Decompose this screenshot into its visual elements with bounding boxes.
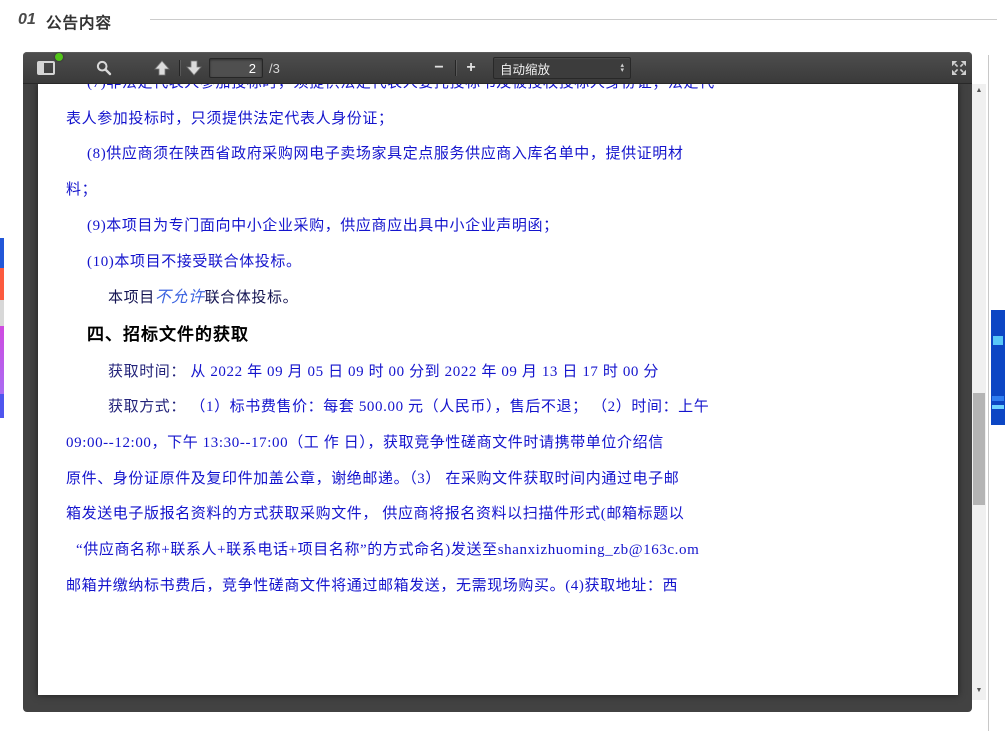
text-segment: 本项目 — [108, 290, 155, 306]
text-segment: （1）标书费售价：每套 500.00 元（人民币），售后不退； （2）时间：上午 — [186, 399, 709, 415]
zoom-in-button[interactable]: + — [459, 56, 483, 80]
clipped-right-widget-blue — [991, 310, 1005, 425]
scrollbar-thumb[interactable] — [973, 393, 985, 505]
next-page-button[interactable] — [181, 56, 207, 80]
window-right-border — [988, 55, 989, 731]
text-segment: 原件、身份证原件及复印件加盖公章，谢绝邮递。（3） 在采购文件获取时间内通过电子… — [66, 471, 679, 487]
screen: 01 公告内容 — [0, 0, 1005, 731]
clipped-left-widget-magenta — [0, 326, 4, 394]
toolbar-separator — [179, 60, 180, 76]
page-count-label: /3 — [269, 61, 280, 76]
pdf-text-line: 箱发送电子版报名资料的方式获取采购文件， 供应商将报名资料以扫描件形式(邮箱标题… — [66, 497, 942, 533]
pdf-text-line: 料； — [66, 173, 942, 209]
zoom-scale-value: 自动缩放 — [500, 59, 620, 78]
clipped-right-widget-detail — [992, 405, 1004, 409]
scrollbar-up-arrow[interactable]: ▲ — [972, 84, 986, 98]
pdf-text-line: 获取方式： （1）标书费售价：每套 500.00 元（人民币），售后不退； （2… — [66, 390, 942, 426]
fullscreen-icon — [951, 60, 967, 76]
notification-dot — [55, 53, 63, 61]
clipped-left-widget-blue — [0, 238, 4, 268]
scrollbar-down-arrow[interactable]: ▼ — [972, 684, 986, 698]
zoom-scale-select[interactable]: 自动缩放 ▴▾ — [493, 57, 631, 79]
pdf-text-line: (7)非法定代表人参加投标时，须提供法定代表人委托投标书及被授权投标人身份证；法… — [66, 84, 942, 102]
text-segment: (7)非法定代表人参加投标时，须提供法定代表人委托投标书及被授权投标人身份证；法… — [87, 84, 715, 91]
search-icon — [96, 60, 112, 76]
pdf-text-line: (8)供应商须在陕西省政府采购网电子卖场家具定点服务供应商入库名单中，提供证明材 — [66, 137, 942, 173]
sidebar-toggle-button[interactable] — [31, 56, 61, 80]
header-divider — [150, 19, 997, 20]
select-arrows-icon: ▴▾ — [620, 63, 624, 73]
text-segment: 获取时间： — [108, 364, 186, 380]
text-segment: (8)供应商须在陕西省政府采购网电子卖场家具定点服务供应商入库名单中，提供证明材 — [87, 146, 684, 162]
text-segment: 料； — [66, 182, 97, 198]
pdf-page: (7)非法定代表人参加投标时，须提供法定代表人委托投标书及被授权投标人身份证；法… — [38, 84, 958, 695]
pdf-viewer: /3 − + 自动缩放 ▴▾ — [23, 52, 972, 712]
clipped-left-widget-orange — [0, 268, 4, 300]
presentation-mode-button[interactable] — [947, 56, 971, 80]
text-segment: 不允许 — [155, 289, 205, 306]
pdf-text-line: (10)本项目不接受联合体投标。 — [66, 245, 942, 281]
plus-icon: + — [466, 60, 475, 76]
text-segment: 表人参加投标时，只须提供法定代表人身份证； — [66, 111, 394, 127]
pdf-document-area: (7)非法定代表人参加投标时，须提供法定代表人委托投标书及被授权投标人身份证；法… — [23, 84, 972, 712]
pdf-page-text: (7)非法定代表人参加投标时，须提供法定代表人委托投标书及被授权投标人身份证；法… — [66, 84, 942, 605]
pdf-text-line: “供应商名称+联系人+联系电话+项目名称”的方式命名)发送至shanxizhuo… — [66, 533, 942, 569]
previous-page-button[interactable] — [149, 56, 175, 80]
clipped-left-widget-gray — [0, 300, 4, 326]
page-title: 公告内容 — [46, 11, 112, 33]
pdf-text-line: 原件、身份证原件及复印件加盖公章，谢绝邮递。（3） 在采购文件获取时间内通过电子… — [66, 462, 942, 498]
section-header: 01 公告内容 — [0, 0, 1005, 42]
arrow-up-icon — [154, 60, 170, 76]
text-segment: 邮箱并缴纳标书费后，竞争性磋商文件将通过邮箱发送，无需现场购买。(4)获取地址：… — [66, 578, 678, 594]
pdf-text-line: 09:00--12:00，下午 13:30--17:00（工 作 日），获取竞争… — [66, 426, 942, 462]
text-segment: 获取方式： — [108, 399, 186, 415]
text-segment: “供应商名称+联系人+联系电话+项目名称”的方式命名)发送至shanxizhuo… — [76, 542, 699, 558]
zoom-out-button[interactable]: − — [427, 56, 451, 80]
pdf-text-line: 表人参加投标时，只须提供法定代表人身份证； — [66, 102, 942, 138]
text-segment: 箱发送电子版报名资料的方式获取采购文件， 供应商将报名资料以扫描件形式(邮箱标题… — [66, 506, 684, 522]
toolbar-separator — [455, 60, 456, 76]
pdf-text-line: (9)本项目为专门面向中小企业采购，供应商应出具中小企业声明函； — [66, 209, 942, 245]
text-segment: 从 2022 年 09 月 05 日 09 时 00 分到 2022 年 09 … — [186, 364, 659, 380]
text-segment: 四、招标文件的获取 — [87, 325, 249, 344]
text-segment: (9)本项目为专门面向中小企业采购，供应商应出具中小企业声明函； — [87, 218, 559, 234]
clipped-right-widget-detail — [993, 336, 1003, 345]
pdf-scrollbar[interactable]: ▲ ▼ — [972, 84, 986, 700]
pdf-text-line: 获取时间： 从 2022 年 09 月 05 日 09 时 00 分到 2022… — [66, 355, 942, 391]
sidebar-toggle-icon — [37, 61, 55, 75]
search-button[interactable] — [91, 56, 117, 80]
pdf-toolbar: /3 − + 自动缩放 ▴▾ — [23, 52, 972, 84]
text-segment: 联合体投标。 — [205, 290, 299, 306]
clipped-right-widget-detail — [992, 396, 1004, 401]
text-segment: (10)本项目不接受联合体投标。 — [87, 254, 302, 270]
pdf-text-line: 四、招标文件的获取 — [66, 317, 942, 355]
arrow-down-icon — [186, 60, 202, 76]
pdf-text-line: 本项目不允许联合体投标。 — [66, 280, 942, 317]
section-number: 01 — [18, 11, 36, 29]
minus-icon: − — [434, 60, 443, 76]
clipped-left-widget-violet — [0, 394, 4, 418]
pdf-text-line: 邮箱并缴纳标书费后，竞争性磋商文件将通过邮箱发送，无需现场购买。(4)获取地址：… — [66, 569, 942, 605]
page-number-input[interactable] — [209, 58, 263, 78]
text-segment: 09:00--12:00，下午 13:30--17:00（工 作 日），获取竞争… — [66, 435, 664, 451]
